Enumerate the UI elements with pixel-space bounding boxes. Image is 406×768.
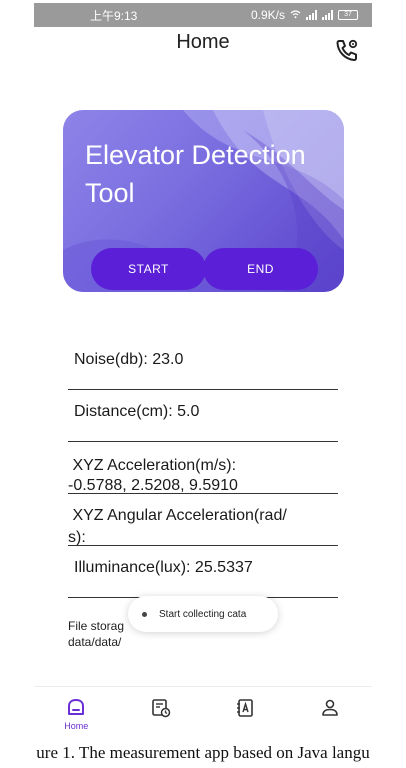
app-header: Home [34, 27, 372, 69]
person-icon [321, 699, 338, 716]
page-title: Home [176, 31, 230, 53]
toast-dot-icon [142, 611, 147, 617]
network-speed: 0.9K/s [250, 8, 285, 22]
illuminance-reading: Illuminance(lux): 25.5337 [74, 559, 253, 576]
divider [68, 545, 338, 546]
battery-icon: 37 [338, 10, 358, 20]
acceleration-label: XYZ Acceleration(m/s): [68, 457, 237, 474]
noise-reading: Noise(db): 23.0 [74, 351, 184, 368]
start-button[interactable]: START [91, 248, 206, 290]
bottom-nav: Home [34, 686, 372, 736]
status-bar: 上午9:13 0.9K/s 37 [34, 3, 372, 27]
file-storage-path: data/data/ [68, 635, 122, 649]
phone-settings-icon[interactable] [332, 35, 362, 65]
toast-message: Start collecting cata [159, 608, 247, 620]
nav-item-contacts[interactable] [215, 697, 275, 719]
figure-caption: ure 1. The measurement app based on Java… [36, 743, 370, 762]
hero-card: Elevator Detection Tool START END [63, 110, 344, 292]
toast-notification: Start collecting cata [128, 596, 278, 632]
divider [68, 441, 338, 442]
hero-title: Elevator Detection Tool [85, 140, 306, 208]
nav-item-history[interactable] [131, 697, 191, 719]
contacts-icon [237, 699, 254, 717]
signal-icon [306, 10, 317, 20]
nav-label-home: Home [64, 721, 89, 731]
history-icon [151, 699, 170, 718]
divider [68, 389, 338, 390]
angular-acceleration-label: XYZ Angular Acceleration(rad/ [68, 507, 287, 524]
divider [68, 493, 338, 494]
nav-item-profile[interactable] [300, 697, 360, 719]
signal-icon [322, 10, 333, 20]
wifi-icon [290, 8, 301, 22]
status-indicators: 0.9K/s 37 [251, 8, 358, 22]
status-time: 上午9:13 [90, 8, 138, 23]
distance-reading: Distance(cm): 5.0 [74, 403, 200, 420]
end-button[interactable]: END [203, 248, 318, 290]
nav-item-home[interactable]: Home [46, 697, 106, 731]
home-icon [68, 699, 85, 715]
